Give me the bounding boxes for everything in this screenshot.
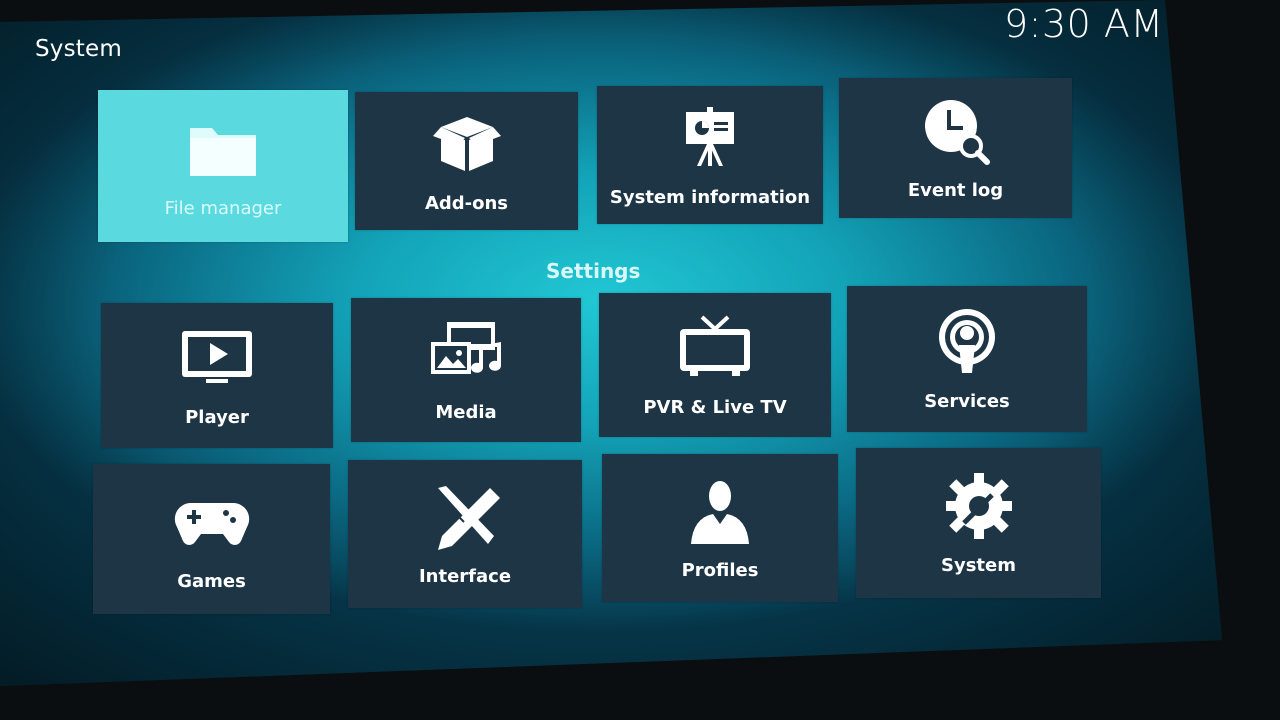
tile-system-information[interactable]: System information <box>597 86 823 224</box>
tile-media[interactable]: Media <box>351 298 581 442</box>
tile-system[interactable]: System <box>856 448 1101 598</box>
pencil-ruler-icon <box>424 482 506 552</box>
clock-search-icon <box>915 96 997 166</box>
tile-player[interactable]: Player <box>101 303 333 448</box>
page-title: System <box>35 36 122 62</box>
tile-label: Interface <box>418 565 512 587</box>
tile-interface[interactable]: Interface <box>348 460 582 608</box>
gear-wrench-icon <box>938 471 1020 541</box>
tv-icon <box>674 313 756 383</box>
tile-label: PVR & Live TV <box>643 396 787 418</box>
tile-label: System information <box>609 186 811 208</box>
tile-label: Player <box>185 407 249 428</box>
tile-file-manager[interactable]: File manager <box>98 90 348 242</box>
player-screen-icon <box>176 323 258 393</box>
folder-icon <box>182 114 264 184</box>
tile-event-log[interactable]: Event log <box>839 78 1072 218</box>
box-icon <box>426 109 508 179</box>
media-icon <box>425 318 507 388</box>
person-icon <box>679 476 761 546</box>
tile-label: Services <box>924 390 1010 412</box>
podcast-icon <box>926 307 1008 377</box>
tile-games[interactable]: Games <box>93 464 330 614</box>
clock: 9:30 AM <box>1004 2 1164 46</box>
settings-heading: Settings <box>546 259 641 283</box>
tile-label: File manager <box>164 197 282 219</box>
tile-label: System <box>941 554 1016 576</box>
tile-label: Profiles <box>681 559 759 581</box>
tile-add-ons[interactable]: Add-ons <box>355 92 578 230</box>
tile-services[interactable]: Services <box>847 286 1087 432</box>
gamepad-icon <box>171 487 253 557</box>
tile-label: Add-ons <box>424 192 509 214</box>
tile-label: Games <box>177 570 246 592</box>
tile-label: Media <box>435 401 497 423</box>
tile-pvr-live-tv[interactable]: PVR & Live TV <box>599 293 831 437</box>
tile-profiles[interactable]: Profiles <box>602 454 838 602</box>
tile-label: Event log <box>907 179 1004 201</box>
presentation-easel-icon <box>669 103 751 173</box>
